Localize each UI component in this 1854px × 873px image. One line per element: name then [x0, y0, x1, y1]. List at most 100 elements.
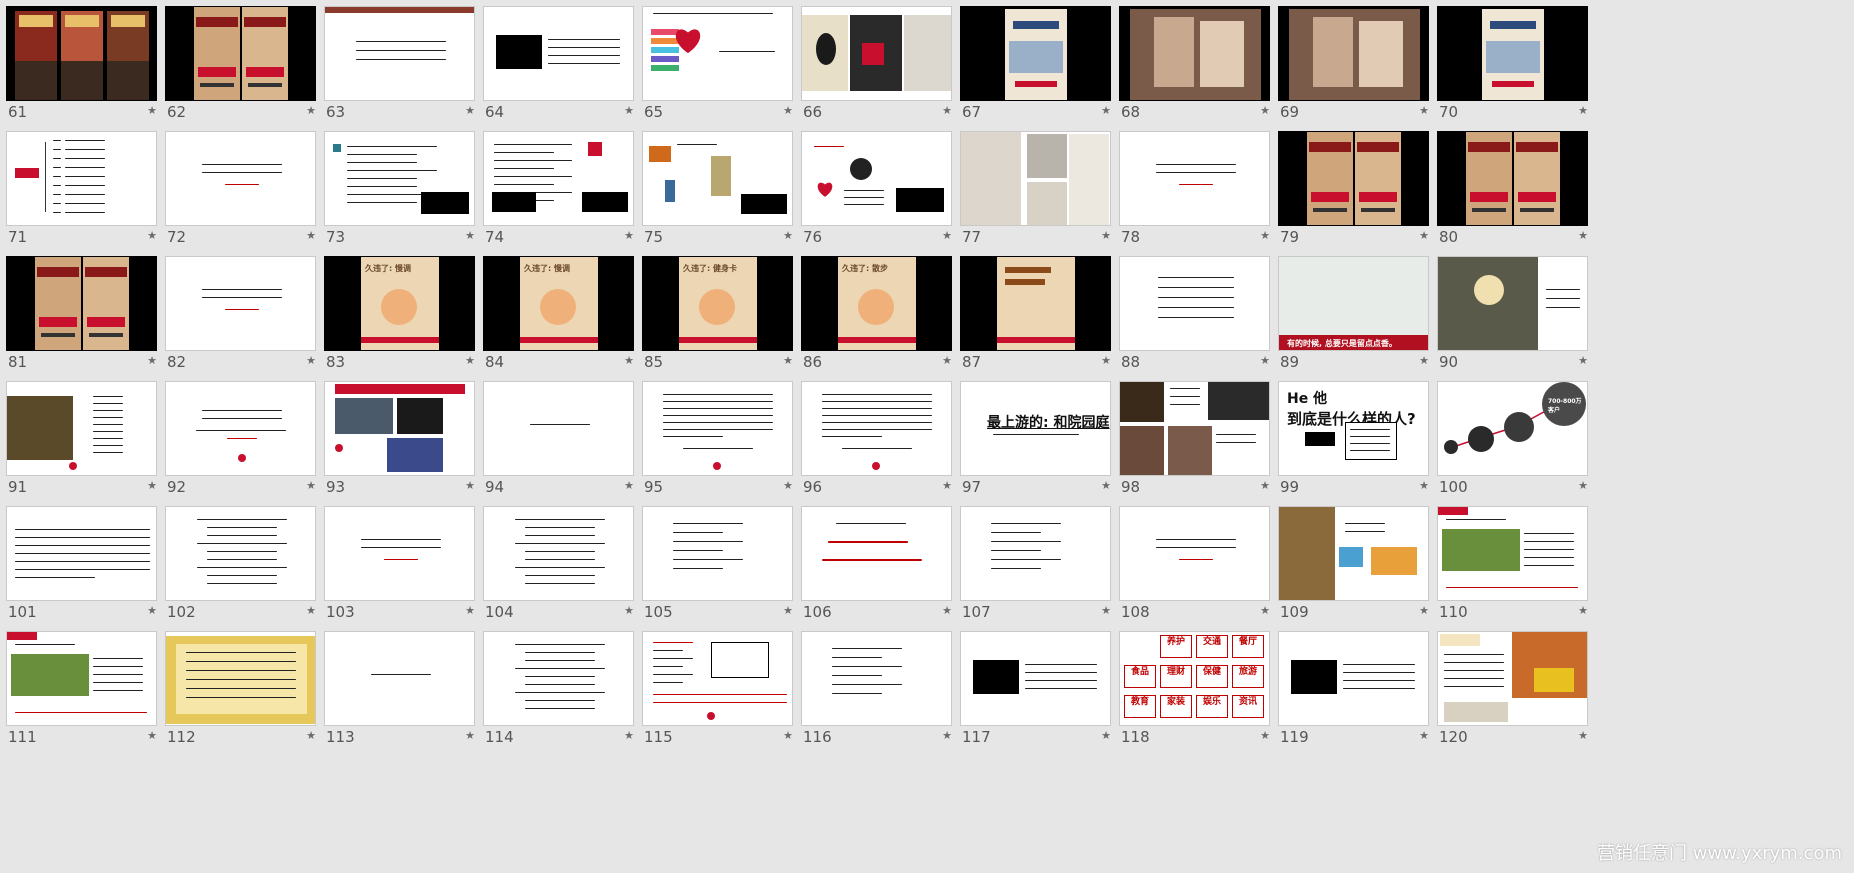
- star-icon[interactable]: ★: [465, 229, 475, 242]
- slide-thumbnail[interactable]: 久违了: 健身卡: [642, 256, 793, 351]
- star-icon[interactable]: ★: [147, 729, 157, 742]
- star-icon[interactable]: ★: [942, 729, 952, 742]
- star-icon[interactable]: ★: [624, 604, 634, 617]
- star-icon[interactable]: ★: [783, 604, 793, 617]
- slide-cell[interactable]: 117 ★: [954, 625, 1111, 750]
- slide-thumbnail[interactable]: [960, 631, 1111, 726]
- slide-thumbnail[interactable]: 久违了: 慢调: [324, 256, 475, 351]
- slide-thumbnail[interactable]: [483, 131, 634, 226]
- star-icon[interactable]: ★: [624, 229, 634, 242]
- slide-thumbnail[interactable]: [324, 131, 475, 226]
- slide-cell[interactable]: 73 ★: [318, 125, 475, 250]
- slide-thumbnail[interactable]: [801, 131, 952, 226]
- slide-thumbnail[interactable]: 700-800万 客户: [1437, 381, 1588, 476]
- slide-thumbnail[interactable]: [165, 506, 316, 601]
- slide-thumbnail[interactable]: [324, 506, 475, 601]
- star-icon[interactable]: ★: [1260, 104, 1270, 117]
- slide-thumbnail[interactable]: 久违了: 慢调: [483, 256, 634, 351]
- slide-thumbnail[interactable]: [1437, 631, 1588, 726]
- star-icon[interactable]: ★: [1101, 229, 1111, 242]
- slide-cell[interactable]: 66 ★: [795, 0, 952, 125]
- slide-thumbnail[interactable]: He 他到底是什么样的人?: [1278, 381, 1429, 476]
- star-icon[interactable]: ★: [465, 104, 475, 117]
- slide-thumbnail[interactable]: [324, 381, 475, 476]
- slide-thumbnail[interactable]: [483, 506, 634, 601]
- star-icon[interactable]: ★: [1419, 729, 1429, 742]
- star-icon[interactable]: ★: [783, 104, 793, 117]
- slide-cell[interactable]: 87 ★: [954, 250, 1111, 375]
- star-icon[interactable]: ★: [1260, 479, 1270, 492]
- slide-cell[interactable]: 75 ★: [636, 125, 793, 250]
- star-icon[interactable]: ★: [1101, 354, 1111, 367]
- star-icon[interactable]: ★: [1101, 604, 1111, 617]
- slide-thumbnail[interactable]: [801, 506, 952, 601]
- slide-thumbnail[interactable]: [642, 381, 793, 476]
- star-icon[interactable]: ★: [1419, 229, 1429, 242]
- slide-cell[interactable]: He 他到底是什么样的人? 99 ★: [1272, 375, 1429, 500]
- slide-cell[interactable]: 700-800万 客户 100 ★: [1431, 375, 1588, 500]
- star-icon[interactable]: ★: [1578, 354, 1588, 367]
- star-icon[interactable]: ★: [624, 729, 634, 742]
- slide-cell[interactable]: 69 ★: [1272, 0, 1429, 125]
- slide-cell[interactable]: 养护 交通 餐厅 食品 理财 保健 旅游 教育 家装 娱乐 资讯 118 ★: [1113, 625, 1270, 750]
- star-icon[interactable]: ★: [624, 479, 634, 492]
- slide-cell[interactable]: 95 ★: [636, 375, 793, 500]
- slide-cell[interactable]: 76 ★: [795, 125, 952, 250]
- slide-thumbnail[interactable]: 最上游的: 和院园庭: [960, 381, 1111, 476]
- slide-cell[interactable]: 98 ★: [1113, 375, 1270, 500]
- slide-thumbnail[interactable]: [960, 506, 1111, 601]
- star-icon[interactable]: ★: [465, 354, 475, 367]
- slide-thumbnail[interactable]: [960, 256, 1111, 351]
- slide-thumbnail[interactable]: [165, 381, 316, 476]
- star-icon[interactable]: ★: [465, 479, 475, 492]
- slide-thumbnail[interactable]: [801, 631, 952, 726]
- slide-thumbnail[interactable]: [1437, 256, 1588, 351]
- star-icon[interactable]: ★: [1419, 354, 1429, 367]
- slide-thumbnail[interactable]: [6, 131, 157, 226]
- star-icon[interactable]: ★: [1578, 229, 1588, 242]
- slide-cell[interactable]: 78 ★: [1113, 125, 1270, 250]
- star-icon[interactable]: ★: [1101, 479, 1111, 492]
- star-icon[interactable]: ★: [1101, 104, 1111, 117]
- star-icon[interactable]: ★: [624, 354, 634, 367]
- slide-thumbnail[interactable]: [642, 131, 793, 226]
- slide-cell[interactable]: 119 ★: [1272, 625, 1429, 750]
- slide-thumbnail[interactable]: [165, 631, 316, 726]
- slide-cell[interactable]: 77 ★: [954, 125, 1111, 250]
- star-icon[interactable]: ★: [1260, 729, 1270, 742]
- star-icon[interactable]: ★: [306, 354, 316, 367]
- slide-cell[interactable]: 101 ★: [0, 500, 157, 625]
- star-icon[interactable]: ★: [1578, 604, 1588, 617]
- slide-cell[interactable]: 90 ★: [1431, 250, 1588, 375]
- star-icon[interactable]: ★: [306, 229, 316, 242]
- slide-thumbnail[interactable]: [165, 6, 316, 101]
- slide-thumbnail[interactable]: [6, 506, 157, 601]
- slide-cell[interactable]: 106 ★: [795, 500, 952, 625]
- slide-cell[interactable]: 107 ★: [954, 500, 1111, 625]
- star-icon[interactable]: ★: [1419, 604, 1429, 617]
- slide-cell[interactable]: 91 ★: [0, 375, 157, 500]
- star-icon[interactable]: ★: [306, 729, 316, 742]
- star-icon[interactable]: ★: [624, 104, 634, 117]
- slide-cell[interactable]: 67 ★: [954, 0, 1111, 125]
- slide-thumbnail[interactable]: [6, 6, 157, 101]
- slide-thumbnail[interactable]: [801, 381, 952, 476]
- slide-thumbnail[interactable]: [960, 6, 1111, 101]
- slide-thumbnail[interactable]: [801, 6, 952, 101]
- slide-thumbnail[interactable]: [642, 631, 793, 726]
- slide-cell[interactable]: 65 ★: [636, 0, 793, 125]
- slide-cell[interactable]: 112 ★: [159, 625, 316, 750]
- slide-cell[interactable]: 68 ★: [1113, 0, 1270, 125]
- slide-thumbnail[interactable]: [483, 631, 634, 726]
- slide-cell[interactable]: 72 ★: [159, 125, 316, 250]
- slide-thumbnail[interactable]: 有的时候, 总要只是留点点香。: [1278, 256, 1429, 351]
- slide-thumbnail[interactable]: [483, 381, 634, 476]
- slide-cell[interactable]: 74 ★: [477, 125, 634, 250]
- slide-thumbnail[interactable]: [1437, 131, 1588, 226]
- slide-thumbnail[interactable]: 养护 交通 餐厅 食品 理财 保健 旅游 教育 家装 娱乐 资讯: [1119, 631, 1270, 726]
- slide-cell[interactable]: 64 ★: [477, 0, 634, 125]
- slide-cell[interactable]: 61 ★: [0, 0, 157, 125]
- slide-cell[interactable]: 111 ★: [0, 625, 157, 750]
- slide-cell[interactable]: 71 ★: [0, 125, 157, 250]
- slide-cell[interactable]: 120 ★: [1431, 625, 1588, 750]
